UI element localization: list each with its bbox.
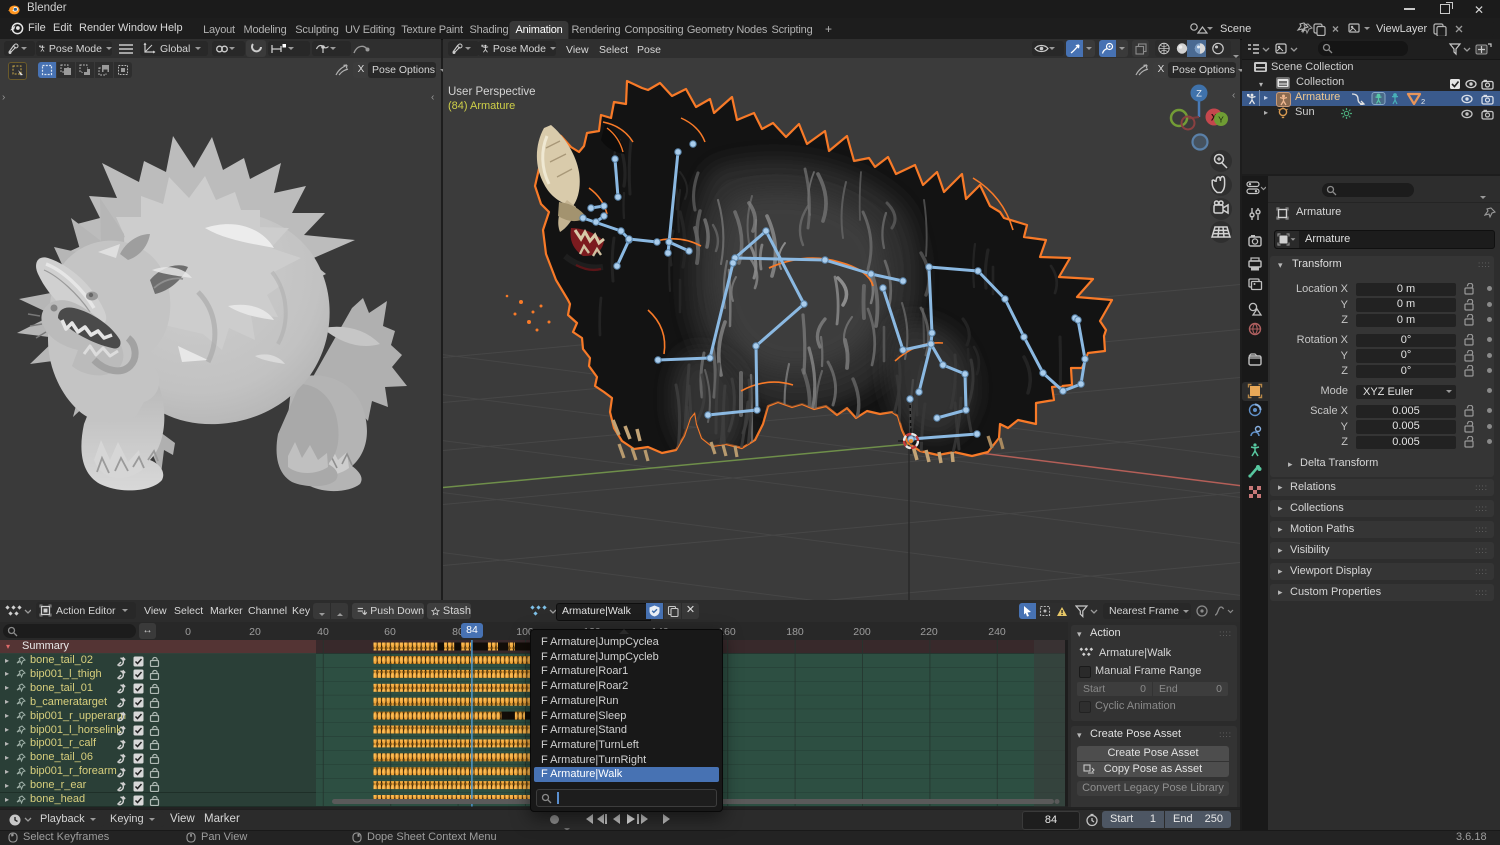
svg-text:Z: Z [1196,89,1202,100]
svg-text:(84) Armature: (84) Armature [448,100,515,112]
svg-text:Y: Y [1218,115,1224,125]
svg-text:User Perspective: User Perspective [448,86,536,98]
svg-text:2: 2 [1421,97,1425,105]
svg-text:‹: ‹ [1232,90,1235,101]
